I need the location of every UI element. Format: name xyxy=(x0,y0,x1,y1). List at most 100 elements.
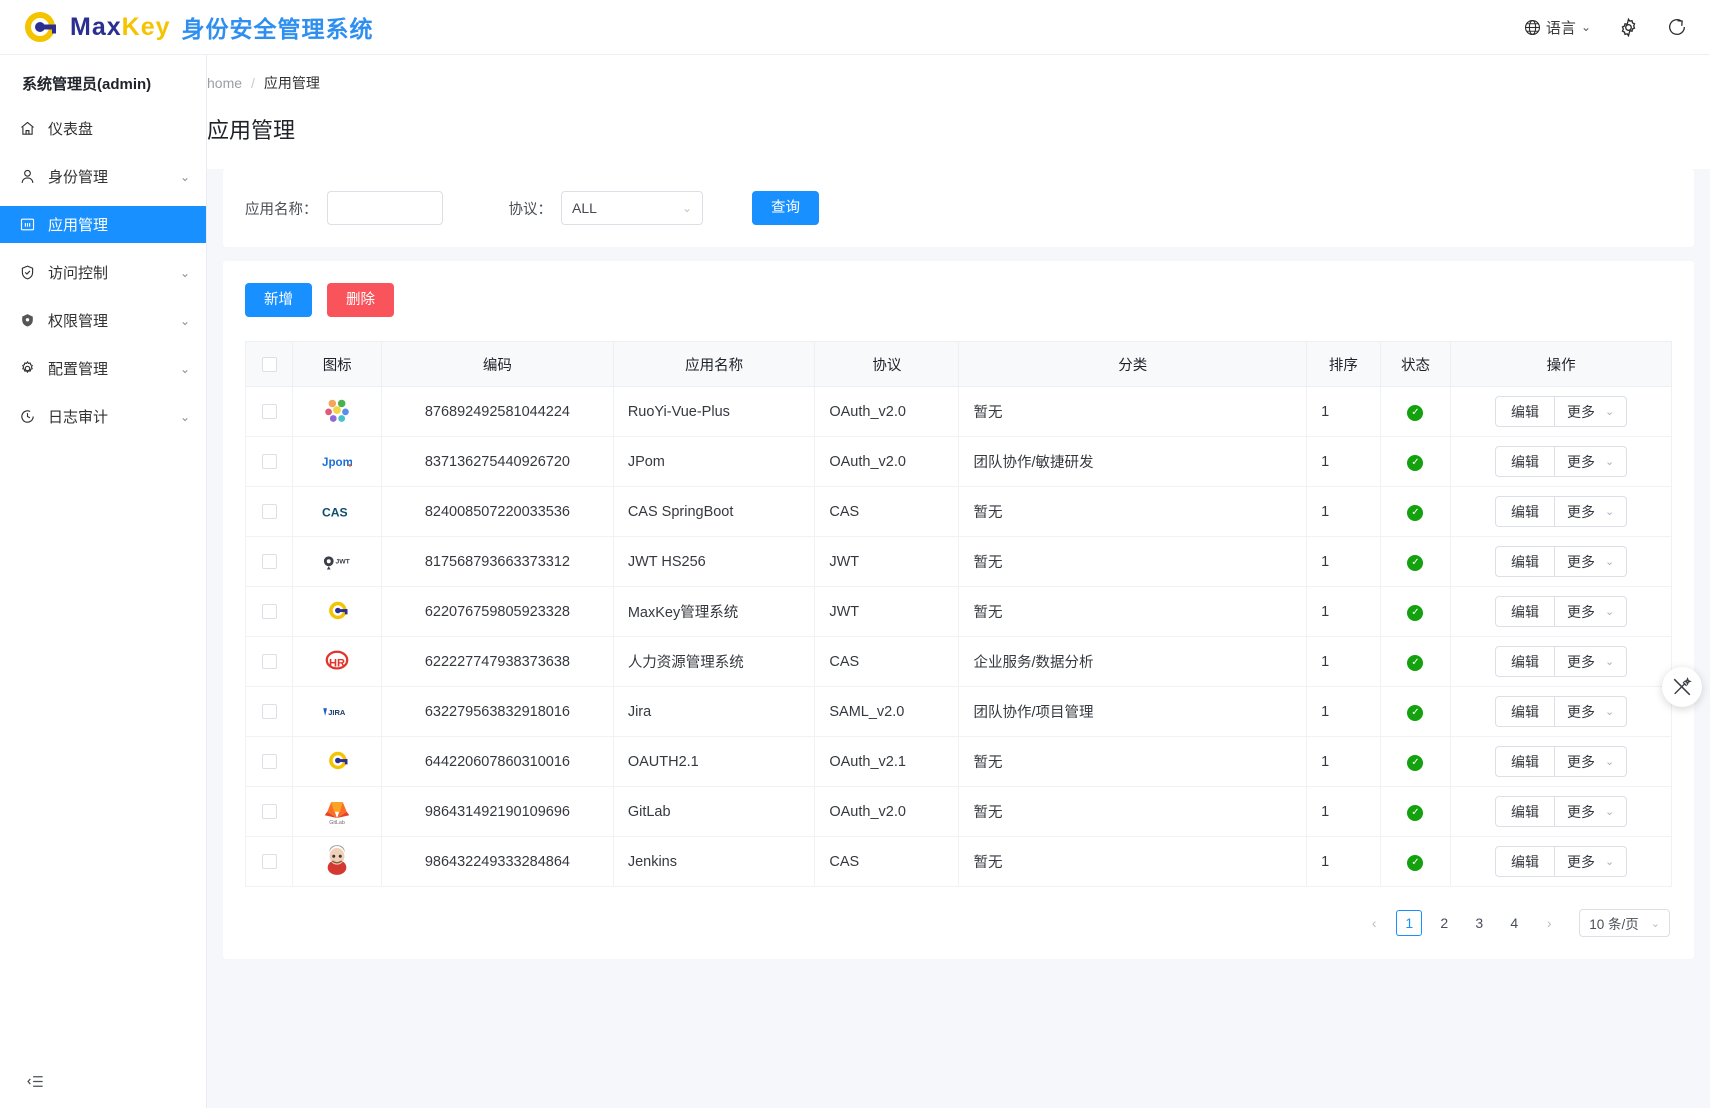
row-checkbox[interactable] xyxy=(262,704,277,719)
row-actions: 编辑更多⌄ xyxy=(1451,437,1672,487)
row-select-cell[interactable] xyxy=(246,587,293,637)
page-size-select[interactable]: 10 条/页 ⌄ xyxy=(1579,909,1670,937)
row-edit-button[interactable]: 编辑 xyxy=(1495,446,1555,477)
row-more-button[interactable]: 更多⌄ xyxy=(1555,496,1627,527)
query-button[interactable]: 查询 xyxy=(752,191,819,225)
row-edit-button[interactable]: 编辑 xyxy=(1495,746,1555,777)
row-checkbox[interactable] xyxy=(262,604,277,619)
table-row[interactable]: JWT817568793663373312JWT HS256JWT暂无1✓编辑更… xyxy=(246,537,1672,587)
row-more-button[interactable]: 更多⌄ xyxy=(1555,846,1627,877)
row-edit-button[interactable]: 编辑 xyxy=(1495,846,1555,877)
row-checkbox[interactable] xyxy=(262,854,277,869)
row-select-cell[interactable] xyxy=(246,687,293,737)
row-checkbox[interactable] xyxy=(262,554,277,569)
row-checkbox[interactable] xyxy=(262,404,277,419)
pagination-next[interactable]: › xyxy=(1536,910,1562,936)
row-checkbox[interactable] xyxy=(262,654,277,669)
table-row[interactable]: 986432249333284864JenkinsCAS暂无1✓编辑更多⌄ xyxy=(246,837,1672,887)
sidebar-item-dashboard[interactable]: 仪表盘 xyxy=(0,110,206,147)
table-row[interactable]: JIRA632279563832918016JiraSAML_v2.0团队协作/… xyxy=(246,687,1672,737)
chevron-down-icon: ⌄ xyxy=(1605,755,1614,768)
row-more-button[interactable]: 更多⌄ xyxy=(1555,546,1627,577)
row-app-name: GitLab xyxy=(613,787,815,837)
row-more-button[interactable]: 更多⌄ xyxy=(1555,746,1627,777)
row-select-cell[interactable] xyxy=(246,737,293,787)
row-more-button[interactable]: 更多⌄ xyxy=(1555,796,1627,827)
row-icon-cell xyxy=(293,837,382,887)
table-row[interactable]: 644220607860310016OAUTH2.1OAuth_v2.1暂无1✓… xyxy=(246,737,1672,787)
table-row[interactable]: HR622227747938373638人力资源管理系统CAS企业服务/数据分析… xyxy=(246,637,1672,687)
language-switcher[interactable]: 语言 ⌄ xyxy=(1524,17,1591,38)
row-protocol: CAS xyxy=(815,837,959,887)
add-button[interactable]: 新增 xyxy=(245,283,312,317)
row-select-cell[interactable] xyxy=(246,837,293,887)
select-all-checkbox[interactable] xyxy=(262,357,277,372)
row-edit-button[interactable]: 编辑 xyxy=(1495,596,1555,627)
cas-icon: CAS xyxy=(322,497,352,527)
row-edit-button[interactable]: 编辑 xyxy=(1495,796,1555,827)
svg-text:JIRA: JIRA xyxy=(328,708,346,717)
chevron-down-icon: ⌄ xyxy=(1605,505,1614,518)
table-row[interactable]: 876892492581044224RuoYi-Vue-PlusOAuth_v2… xyxy=(246,387,1672,437)
breadcrumb-home[interactable]: home xyxy=(207,75,242,91)
row-select-cell[interactable] xyxy=(246,787,293,837)
pagination-page-1[interactable]: 1 xyxy=(1396,910,1422,936)
row-select-cell[interactable] xyxy=(246,437,293,487)
row-select-cell[interactable] xyxy=(246,637,293,687)
row-checkbox[interactable] xyxy=(262,504,277,519)
app-root: MaxKey 身份安全管理系统 语言 ⌄ xyxy=(0,0,1710,1108)
row-more-button[interactable]: 更多⌄ xyxy=(1555,696,1627,727)
row-edit-button[interactable]: 编辑 xyxy=(1495,546,1555,577)
row-more-button[interactable]: 更多⌄ xyxy=(1555,646,1627,677)
sidebar-item-access-control[interactable]: 访问控制 ⌄ xyxy=(0,254,206,291)
pagination-page-2[interactable]: 2 xyxy=(1431,910,1457,936)
table-row[interactable]: CAS824008507220033536CAS SpringBootCAS暂无… xyxy=(246,487,1672,537)
row-checkbox[interactable] xyxy=(262,454,277,469)
row-icon-cell: JWT xyxy=(293,537,382,587)
pagination-page-4[interactable]: 4 xyxy=(1501,910,1527,936)
brand-logo-group[interactable]: MaxKey 身份安全管理系统 xyxy=(14,5,374,49)
row-sort: 1 xyxy=(1307,437,1381,487)
delete-button[interactable]: 删除 xyxy=(327,283,394,317)
row-edit-button[interactable]: 编辑 xyxy=(1495,646,1555,677)
table-row[interactable]: 622076759805923328MaxKey管理系统JWT暂无1✓编辑更多⌄ xyxy=(246,587,1672,637)
row-edit-button[interactable]: 编辑 xyxy=(1495,496,1555,527)
table-row[interactable]: Jpom837136275440926720JPomOAuth_v2.0团队协作… xyxy=(246,437,1672,487)
pagination-page-3[interactable]: 3 xyxy=(1466,910,1492,936)
app-name-input[interactable] xyxy=(327,191,443,225)
pagination-prev[interactable]: ‹ xyxy=(1361,910,1387,936)
protocol-select[interactable]: ALL ⌄ xyxy=(561,191,703,225)
row-more-button[interactable]: 更多⌄ xyxy=(1555,446,1627,477)
settings-button[interactable] xyxy=(1618,17,1639,38)
row-edit-button[interactable]: 编辑 xyxy=(1495,396,1555,427)
chevron-down-icon: ⌄ xyxy=(1581,20,1591,34)
row-protocol: CAS xyxy=(815,637,959,687)
logout-button[interactable] xyxy=(1666,16,1688,38)
row-more-button[interactable]: 更多⌄ xyxy=(1555,596,1627,627)
row-actions: 编辑更多⌄ xyxy=(1451,837,1672,887)
sidebar-item-applications[interactable]: 应用管理 xyxy=(0,206,206,243)
sidebar-item-audit-log[interactable]: 日志审计 ⌄ xyxy=(0,398,206,435)
table-row[interactable]: GitLab986431492190109696GitLabOAuth_v2.0… xyxy=(246,787,1672,837)
header-select-all[interactable] xyxy=(246,342,293,387)
row-edit-button[interactable]: 编辑 xyxy=(1495,696,1555,727)
row-select-cell[interactable] xyxy=(246,537,293,587)
row-checkbox[interactable] xyxy=(262,754,277,769)
sidebar-item-identity[interactable]: 身份管理 ⌄ xyxy=(0,158,206,195)
chevron-down-icon: ⌄ xyxy=(1605,655,1614,668)
sidebar-item-permissions[interactable]: 权限管理 ⌄ xyxy=(0,302,206,339)
filter-row: 应用名称： 协议： ALL ⌄ 查询 xyxy=(245,191,1672,225)
sidebar-item-configuration[interactable]: 配置管理 ⌄ xyxy=(0,350,206,387)
row-checkbox[interactable] xyxy=(262,804,277,819)
floating-assistant-button[interactable] xyxy=(1662,667,1702,707)
sidebar-item-label: 身份管理 xyxy=(48,166,180,187)
row-select-cell[interactable] xyxy=(246,387,293,437)
row-action-group: 编辑更多⌄ xyxy=(1451,446,1671,477)
row-select-cell[interactable] xyxy=(246,487,293,537)
row-protocol: OAuth_v2.0 xyxy=(815,387,959,437)
collapse-menu-icon xyxy=(26,1072,45,1091)
row-more-button[interactable]: 更多⌄ xyxy=(1555,396,1627,427)
row-icon-cell xyxy=(293,587,382,637)
sidebar-collapse-button[interactable] xyxy=(23,1069,47,1093)
chevron-down-icon: ⌄ xyxy=(180,362,190,376)
